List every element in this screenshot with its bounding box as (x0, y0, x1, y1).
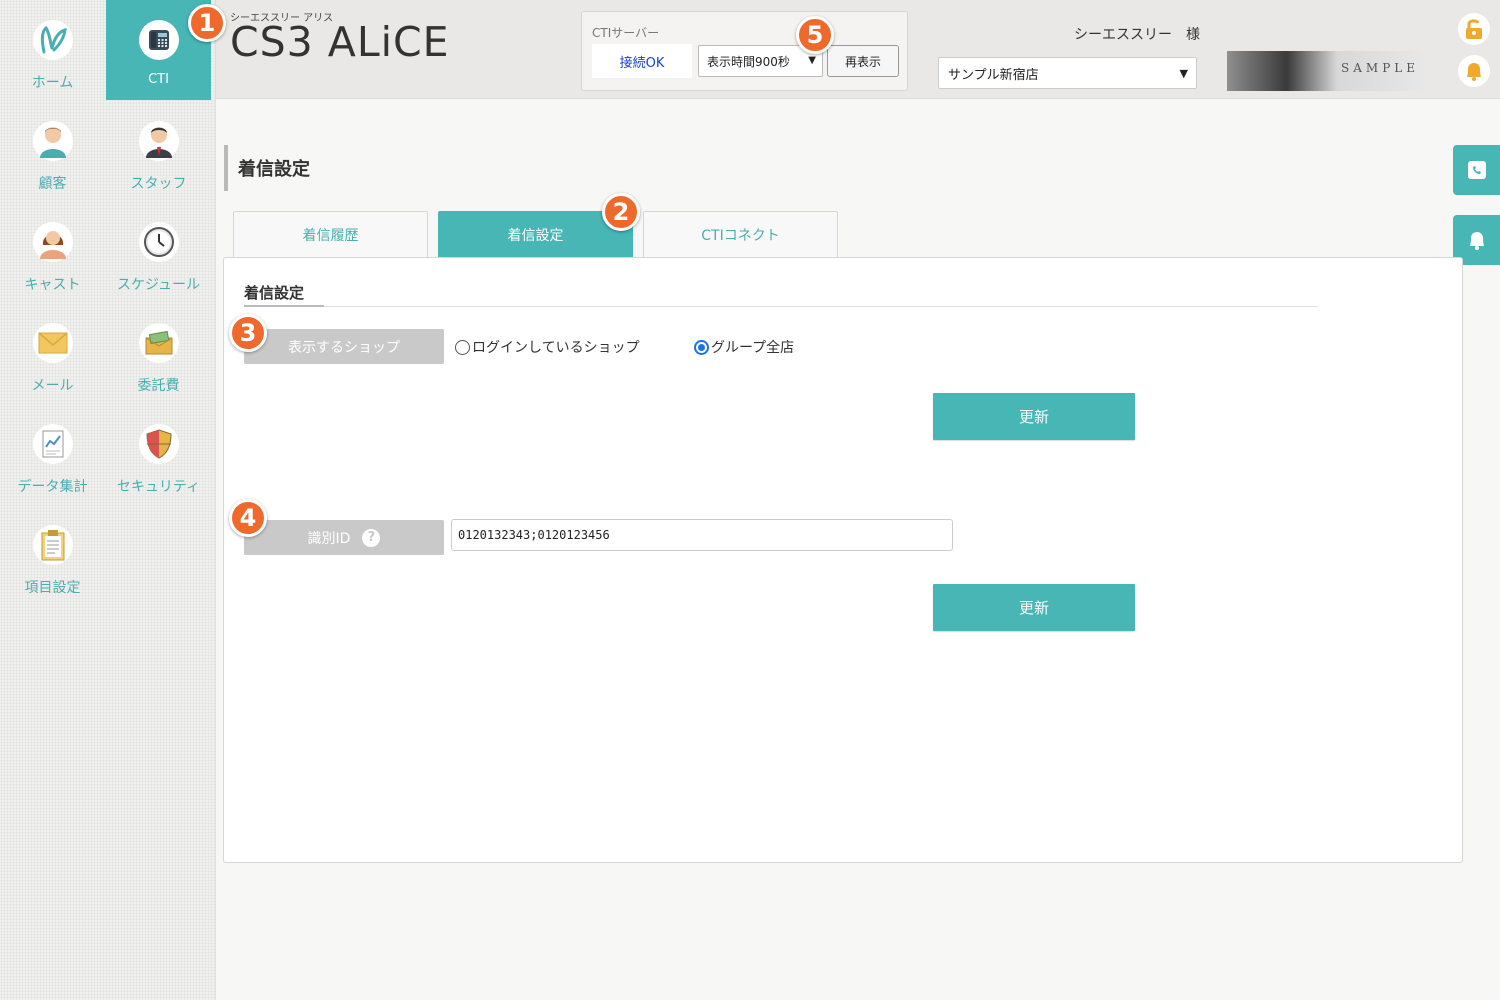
settings-panel: 着信設定 表示するショップ ログインしているショップ グループ全店 更新 識別I… (223, 257, 1463, 863)
radio-circle-selected[interactable] (694, 339, 709, 355)
staff-icon (138, 121, 179, 161)
radio-circle[interactable] (455, 339, 470, 355)
phone-float-button[interactable] (1453, 145, 1500, 195)
callout-badge-4: 4 (229, 499, 267, 537)
cti-server-label: CTIサーバー (592, 26, 660, 40)
telephone-icon (138, 20, 179, 60)
tab-cti-connect[interactable]: CTIコネクト (643, 211, 838, 257)
shop-banner[interactable]: SAMPLE (1227, 51, 1427, 91)
sidebar-item-label: 顧客 (38, 176, 67, 192)
sidebar-item-commission[interactable]: 委託費 (106, 303, 211, 403)
callout-badge-5: 5 (796, 16, 834, 54)
sidebar-item-label: CTI (148, 72, 169, 87)
sidebar-item-staff[interactable]: スタッフ (106, 101, 211, 201)
update-button-shop[interactable]: 更新 (933, 393, 1135, 440)
unlock-icon[interactable] (1458, 13, 1490, 45)
shop-select[interactable]: サンプル新宿店 ▼ (938, 57, 1197, 89)
identifier-id-input[interactable]: 0120132343;0120123456 (451, 519, 953, 551)
callout-badge-1: 1 (188, 4, 226, 42)
sidebar-item-schedule[interactable]: スケジュール (106, 202, 211, 302)
clock-icon (138, 222, 179, 262)
callout-badge-2: 2 (602, 193, 640, 231)
sidebar: ホーム CTI 顧客 スタッフ キャスト スケジュール メール 委託費 データ集… (0, 0, 216, 1000)
identifier-id-label: 識別ID ? (244, 520, 444, 555)
app-logo[interactable]: CS3 ALiCE (230, 18, 450, 66)
shop-select-value: サンプル新宿店 (948, 67, 1039, 83)
radio-label: ログインしているショップ (472, 340, 640, 356)
sidebar-item-cast[interactable]: キャスト (0, 202, 105, 302)
phone-icon (1467, 161, 1486, 179)
cti-server-panel: CTIサーバー 接続OK 表示時間900秒 ▼ 再表示 (581, 11, 908, 91)
sidebar-item-label: スケジュール (116, 277, 201, 293)
cti-connection-status: 接続OK (592, 44, 692, 78)
banner-text: SAMPLE (1341, 61, 1419, 75)
mail-icon (32, 323, 73, 363)
sidebar-item-label: キャスト (24, 277, 81, 293)
page-title: 着信設定 (224, 145, 310, 191)
radio-logged-in-shop[interactable]: ログインしているショップ (455, 337, 640, 357)
header: シーエススリー アリス CS3 ALiCE CTIサーバー 接続OK 表示時間9… (216, 0, 1500, 99)
shield-icon (138, 424, 179, 464)
money-icon (138, 323, 179, 363)
divider (244, 306, 1318, 307)
bell-icon (1469, 232, 1484, 250)
bunny-logo-icon (32, 20, 73, 60)
user-name: シーエススリー 様 (1074, 27, 1200, 43)
identifier-id-label-text: 識別ID (307, 530, 351, 547)
tab-bar: 着信履歴 着信設定 CTIコネクト (233, 211, 848, 257)
sidebar-item-label: スタッフ (130, 176, 187, 192)
sidebar-item-label: データ集計 (17, 479, 88, 495)
sidebar-item-security[interactable]: セキュリティ (106, 404, 211, 504)
tab-call-history[interactable]: 着信履歴 (233, 211, 428, 257)
radio-label: グループ全店 (711, 340, 795, 356)
callout-badge-3: 3 (229, 314, 267, 352)
divider-accent (244, 305, 324, 307)
shop-display-label: 表示するショップ (244, 329, 444, 364)
chevron-down-icon: ▼ (1179, 67, 1188, 80)
update-button-identifier[interactable]: 更新 (933, 584, 1135, 631)
sidebar-item-data-summary[interactable]: データ集計 (0, 404, 105, 504)
sidebar-item-label: メール (31, 378, 74, 394)
section-title: 着信設定 (244, 284, 305, 302)
customer-icon (32, 121, 73, 161)
cast-icon (32, 222, 73, 262)
sidebar-item-field-settings[interactable]: 項目設定 (0, 505, 105, 605)
sidebar-item-label: セキュリティ (116, 479, 201, 495)
chevron-down-icon: ▼ (808, 55, 816, 66)
sidebar-item-mail[interactable]: メール (0, 303, 105, 403)
sidebar-item-label: 項目設定 (24, 580, 81, 596)
sidebar-item-customer[interactable]: 顧客 (0, 101, 105, 201)
redisplay-button[interactable]: 再表示 (827, 45, 899, 77)
sidebar-item-label: ホーム (31, 75, 74, 91)
report-icon (32, 424, 73, 464)
bell-icon[interactable] (1458, 55, 1490, 87)
clipboard-icon (32, 525, 73, 565)
radio-all-group-shops[interactable]: グループ全店 (694, 337, 794, 357)
sidebar-item-home[interactable]: ホーム (0, 0, 105, 100)
display-time-value: 表示時間900秒 (707, 54, 790, 69)
sidebar-item-label: 委託費 (137, 378, 180, 394)
help-icon[interactable]: ? (362, 528, 381, 547)
